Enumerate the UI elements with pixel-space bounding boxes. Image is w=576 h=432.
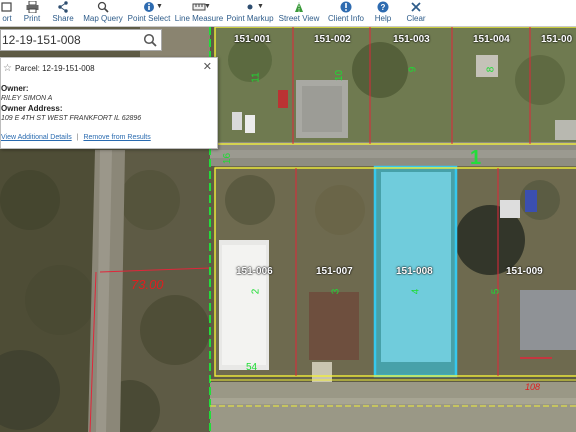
parcel-search-box	[0, 29, 162, 51]
clear-label: Clear	[406, 14, 426, 23]
line-measure-button[interactable]: Line Measure	[174, 0, 224, 27]
parcel-dimension: 73.00	[131, 277, 164, 292]
street-view-icon	[293, 0, 305, 13]
share-icon	[57, 0, 69, 13]
lot-number: 9	[407, 66, 419, 73]
toolbar: ort Print Share Map Query Point Select ▼…	[0, 0, 576, 27]
share-button[interactable]: Share	[52, 0, 74, 27]
chevron-down-icon[interactable]: ▼	[204, 3, 211, 10]
line-measure-label: Line Measure	[174, 14, 224, 23]
point-select-icon	[143, 0, 155, 13]
parcel-dimension: 108	[525, 382, 541, 392]
owner-address-label: Owner Address:	[1, 104, 63, 113]
parcel-label: 151-009	[506, 266, 543, 277]
parcel-label: 151-006	[236, 266, 273, 277]
point-select-label: Point Select	[127, 14, 171, 23]
client-info-label: Client Info	[327, 14, 365, 23]
parcel-info-popup: ☆ Parcel: 12-19-151-008 ✕ Owner: RILEY S…	[0, 57, 218, 149]
popup-links: View Additional Details | Remove from Re…	[1, 134, 151, 141]
help-icon: ?	[377, 0, 389, 13]
map-query-button[interactable]: Map Query	[83, 0, 123, 27]
block-number: 1	[470, 147, 482, 169]
star-icon[interactable]: ☆	[3, 63, 12, 74]
lot-number: 11	[250, 72, 262, 83]
view-details-link[interactable]: View Additional Details	[1, 134, 72, 141]
help-label: Help	[374, 14, 392, 23]
point-markup-icon	[244, 0, 256, 13]
parcel-label: 151-00	[541, 34, 573, 45]
point-select-button[interactable]: Point Select	[127, 0, 171, 27]
owner-value: RILEY SIMON A	[1, 95, 53, 102]
close-icon[interactable]: ✕	[203, 60, 212, 73]
lot-number: 16	[222, 152, 234, 165]
parcel-label: 151-003	[393, 34, 430, 45]
map-query-label: Map Query	[83, 14, 123, 23]
search-icon[interactable]	[143, 33, 157, 52]
parcel-label: 151-007	[316, 266, 353, 277]
owner-address-value: 109 E 4TH ST WEST FRANKFORT IL 62896	[1, 115, 142, 122]
client-info-button[interactable]: Client Info	[327, 0, 365, 27]
help-button[interactable]: ? Help	[373, 0, 393, 27]
lot-number: 2	[250, 288, 262, 295]
point-markup-button[interactable]: Point Markup	[226, 0, 274, 27]
parcel-label: 151-001	[234, 34, 271, 45]
print-label: Print	[23, 14, 41, 23]
clear-button[interactable]: Clear	[406, 0, 426, 27]
popup-title: Parcel: 12-19-151-008	[14, 64, 95, 73]
lot-number: 8	[485, 66, 497, 73]
share-label: Share	[52, 14, 74, 23]
point-markup-label: Point Markup	[226, 14, 274, 23]
street-view-button[interactable]: Street View	[278, 0, 320, 27]
parcel-label: 151-004	[473, 34, 510, 45]
link-separator: |	[76, 134, 79, 141]
export-icon	[1, 0, 13, 13]
lot-number: 3	[330, 288, 342, 295]
parcel-label: 151-008	[396, 266, 433, 277]
chevron-down-icon[interactable]: ▼	[156, 3, 163, 10]
print-button[interactable]: Print	[19, 0, 45, 27]
svg-text:?: ?	[381, 3, 386, 12]
map-query-icon	[97, 0, 110, 13]
street-view-label: Street View	[278, 14, 320, 23]
lot-number: 4	[410, 288, 422, 295]
chevron-down-icon[interactable]: ▼	[257, 3, 264, 10]
lot-number: 54	[246, 362, 258, 373]
owner-label: Owner:	[1, 84, 29, 93]
clear-icon	[410, 0, 422, 13]
lot-number: 5	[490, 288, 502, 295]
popup-header: ☆ Parcel: 12-19-151-008	[3, 63, 95, 74]
remove-from-results-link[interactable]: Remove from Results	[83, 134, 150, 141]
lot-number: 10	[334, 69, 346, 82]
export-label: ort	[2, 14, 12, 23]
print-icon	[26, 0, 39, 13]
export-button[interactable]: ort	[0, 0, 14, 27]
search-input[interactable]	[1, 33, 135, 47]
parcel-label: 151-002	[314, 34, 351, 45]
client-info-icon	[340, 0, 352, 13]
